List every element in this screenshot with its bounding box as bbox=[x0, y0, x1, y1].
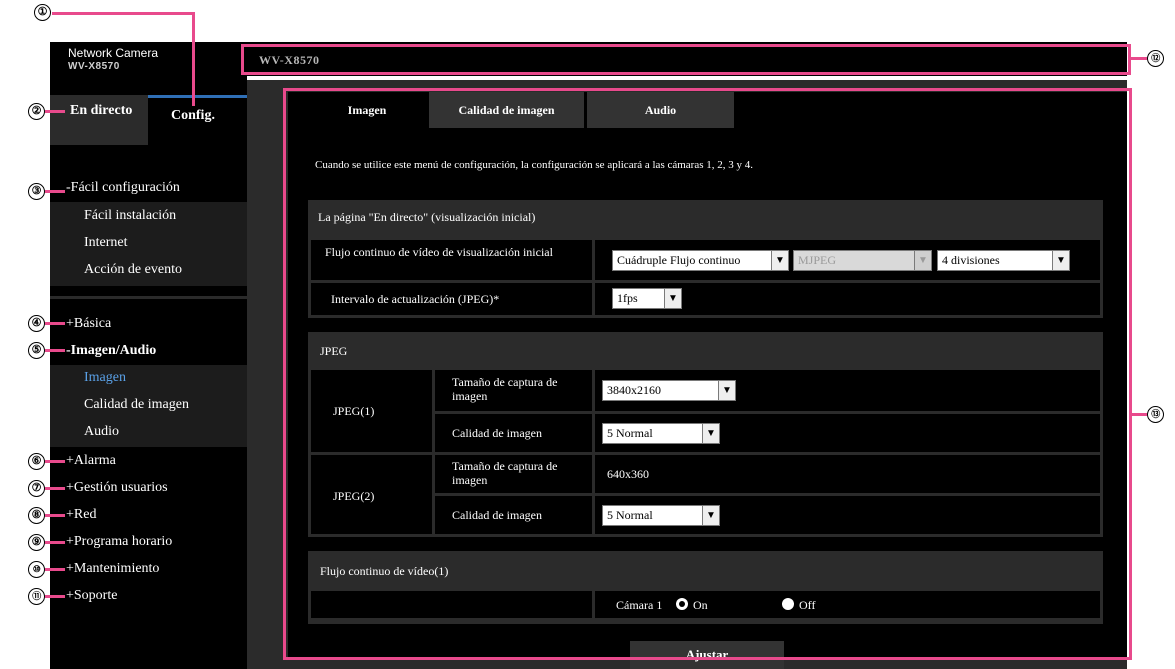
callout-line bbox=[45, 349, 65, 352]
callout-line bbox=[45, 595, 65, 598]
callout-line bbox=[45, 110, 65, 113]
callout-line bbox=[45, 322, 65, 325]
submenu-image-audio: Imagen Calidad de imagen Audio bbox=[50, 365, 247, 447]
callout-7: ⑦ bbox=[28, 480, 45, 497]
sidebar-menu: Network Camera WV-X8570 En directo Confi… bbox=[50, 42, 247, 669]
brand-model: WV-X8570 bbox=[68, 61, 120, 72]
callout-12: ⑫ bbox=[1147, 50, 1164, 67]
menu-basic[interactable]: +Básica bbox=[66, 316, 111, 332]
tab-live[interactable]: En directo bbox=[50, 95, 148, 145]
menu-easy-setup[interactable]: -Fácil configuración bbox=[66, 180, 180, 196]
callout-line bbox=[1131, 57, 1147, 60]
highlight-title-bar bbox=[241, 44, 1131, 75]
callout-line bbox=[45, 541, 65, 544]
menu-user-management[interactable]: +Gestión usuarios bbox=[66, 480, 168, 496]
menu-support[interactable]: +Soporte bbox=[66, 588, 117, 604]
callout-line bbox=[192, 12, 195, 106]
callout-line bbox=[1131, 413, 1147, 416]
callout-3: ③ bbox=[28, 183, 45, 200]
callout-5: ⑤ bbox=[28, 342, 45, 359]
tab-config[interactable]: Config. bbox=[148, 95, 247, 145]
submenu-easy-setup: Fácil instalación Internet Acción de eve… bbox=[50, 202, 247, 286]
menu-item-image-quality[interactable]: Calidad de imagen bbox=[84, 397, 189, 413]
menu-network[interactable]: +Red bbox=[66, 507, 96, 523]
callout-line bbox=[45, 460, 65, 463]
menu-item-easy-install[interactable]: Fácil instalación bbox=[84, 208, 176, 224]
callout-2: ② bbox=[28, 103, 45, 120]
callout-line bbox=[52, 12, 195, 15]
menu-alarm[interactable]: +Alarma bbox=[66, 453, 116, 469]
menu-maintenance[interactable]: +Mantenimiento bbox=[66, 561, 159, 577]
callout-1: ① bbox=[34, 4, 51, 21]
callout-4: ④ bbox=[28, 315, 45, 332]
menu-item-image[interactable]: Imagen bbox=[84, 370, 126, 386]
callout-line bbox=[45, 190, 65, 193]
menu-image-audio[interactable]: -Imagen/Audio bbox=[66, 343, 156, 359]
callout-13: ⑬ bbox=[1147, 406, 1164, 423]
brand-label: Network Camera bbox=[68, 46, 159, 60]
callout-9: ⑨ bbox=[28, 534, 45, 551]
menu-item-event-action[interactable]: Acción de evento bbox=[84, 262, 182, 278]
callout-6: ⑥ bbox=[28, 453, 45, 470]
menu-schedule[interactable]: +Programa horario bbox=[66, 534, 172, 550]
callout-line bbox=[45, 487, 65, 490]
callout-line bbox=[45, 568, 65, 571]
callout-line bbox=[45, 514, 65, 517]
highlight-settings-panel bbox=[283, 88, 1132, 660]
menu-item-internet[interactable]: Internet bbox=[84, 235, 128, 251]
callout-8: ⑧ bbox=[28, 507, 45, 524]
sidebar-divider bbox=[50, 296, 247, 299]
menu-item-audio[interactable]: Audio bbox=[84, 424, 119, 440]
callout-10: ⑩ bbox=[28, 561, 45, 578]
callout-11: ⑪ bbox=[28, 588, 45, 605]
